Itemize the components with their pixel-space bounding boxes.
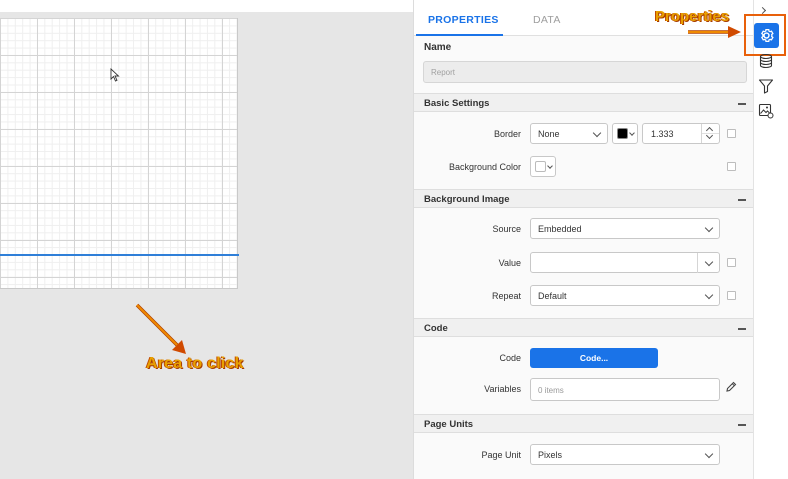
- chevron-down-icon: [704, 257, 714, 267]
- repeat-label: Repeat: [491, 291, 521, 301]
- border-style-value: None: [538, 129, 560, 139]
- chevron-down-icon: [704, 290, 714, 300]
- page-unit-select[interactable]: Pixels: [530, 444, 720, 465]
- section-page-units[interactable]: Page Units: [414, 414, 754, 433]
- border-label: Border: [493, 129, 521, 139]
- value-checkbox[interactable]: [727, 258, 736, 267]
- pencil-icon[interactable]: [725, 381, 737, 393]
- background-color-swatch: [535, 161, 546, 172]
- properties-annotation: Properties: [655, 8, 730, 25]
- border-width-input[interactable]: 1.333: [642, 123, 720, 144]
- value-select-divider: [697, 253, 698, 273]
- background-color-checkbox[interactable]: [727, 162, 736, 171]
- filter-icon[interactable]: [758, 78, 774, 94]
- section-title: Page Units: [424, 419, 474, 430]
- value-label: Value: [498, 258, 521, 268]
- canvas-top-strip: [0, 0, 413, 12]
- band-separator-line[interactable]: [0, 254, 239, 256]
- repeat-checkbox[interactable]: [727, 291, 736, 300]
- variables-input[interactable]: 0 items: [530, 378, 720, 401]
- repeat-select[interactable]: Default: [530, 285, 720, 306]
- source-label: Source: [492, 224, 521, 234]
- collapse-icon[interactable]: [738, 199, 746, 201]
- variables-label: Variables: [484, 384, 521, 394]
- report-designer: Area to click PROPERTIES DATA Name Repor…: [0, 0, 788, 479]
- name-label: Name: [424, 42, 452, 53]
- source-select[interactable]: Embedded: [530, 218, 720, 239]
- page-unit-value: Pixels: [538, 450, 563, 460]
- report-design-surface[interactable]: [0, 18, 239, 289]
- properties-panel: PROPERTIES DATA Name Report Basic Settin…: [413, 0, 754, 479]
- section-basic-settings[interactable]: Basic Settings: [414, 93, 754, 112]
- mouse-cursor-icon: [110, 68, 120, 82]
- chevron-down-icon: [629, 130, 635, 136]
- properties-highlight-box: [744, 14, 786, 56]
- image-settings-icon[interactable]: [758, 103, 774, 119]
- collapse-icon[interactable]: [738, 103, 746, 105]
- border-color-picker[interactable]: [612, 123, 638, 144]
- collapse-icon[interactable]: [738, 328, 746, 330]
- repeat-value: Default: [538, 291, 567, 301]
- annotation-arrow-icon: [688, 26, 741, 38]
- section-background-image[interactable]: Background Image: [414, 189, 754, 208]
- chevron-right-icon[interactable]: [758, 6, 767, 15]
- design-canvas-area[interactable]: Area to click: [0, 0, 413, 479]
- section-title: Basic Settings: [424, 98, 490, 109]
- source-value: Embedded: [538, 224, 582, 234]
- database-icon[interactable]: [758, 53, 774, 69]
- border-style-select[interactable]: None: [530, 123, 608, 144]
- background-color-picker[interactable]: [530, 156, 556, 177]
- value-select[interactable]: [530, 252, 720, 273]
- section-code[interactable]: Code: [414, 318, 754, 337]
- border-checkbox[interactable]: [727, 129, 736, 138]
- chevron-down-icon: [592, 128, 602, 138]
- tab-data[interactable]: DATA: [533, 14, 561, 26]
- area-to-click-annotation: Area to click: [146, 355, 244, 372]
- collapse-icon[interactable]: [738, 424, 746, 426]
- tab-properties[interactable]: PROPERTIES: [428, 14, 499, 26]
- page-unit-label: Page Unit: [481, 450, 521, 460]
- background-color-label: Background Color: [448, 162, 521, 172]
- chevron-down-icon: [704, 223, 714, 233]
- code-button[interactable]: Code...: [530, 348, 658, 368]
- chevron-down-icon: [704, 449, 714, 459]
- section-title: Background Image: [424, 194, 510, 205]
- annotation-arrow-icon: [135, 303, 186, 354]
- section-title: Code: [424, 323, 448, 334]
- name-input[interactable]: Report: [423, 61, 747, 83]
- code-label: Code: [499, 353, 521, 363]
- border-width-value: 1.333: [651, 129, 674, 139]
- right-toolbar: [744, 0, 788, 479]
- chevron-down-icon: [547, 163, 553, 169]
- active-tab-indicator: [416, 34, 503, 36]
- border-color-swatch: [617, 128, 628, 139]
- border-width-spinner[interactable]: [701, 124, 719, 143]
